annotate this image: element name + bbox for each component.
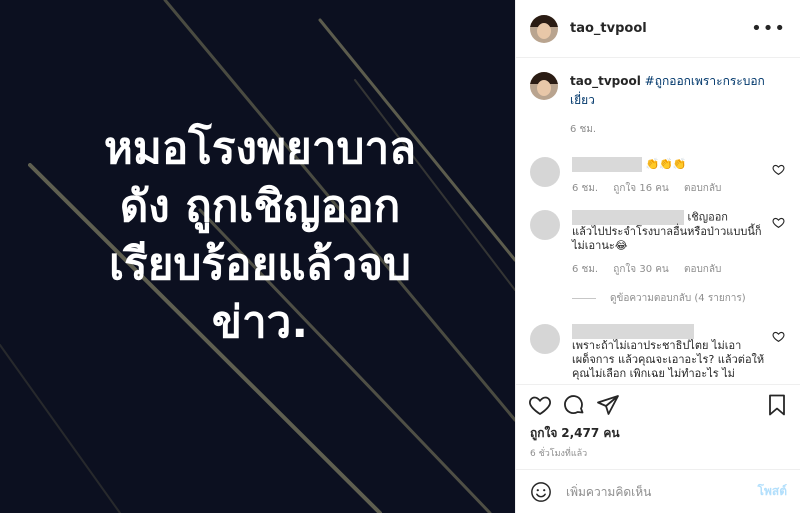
likes-number: 2,477 คน: [561, 426, 620, 440]
view-replies-label: ดูข้อความตอบกลับ (4 รายการ): [610, 293, 746, 304]
comment-meta: 6 ชม. ถูกใจ 30 คน ตอบกลับ: [572, 263, 770, 277]
action-bar: [516, 384, 800, 424]
post-image-text: หมอโรงพยาบาล ดัง ถูกเชิญออก เรียบร้อยแล้…: [40, 120, 480, 352]
comment-body: เชิญออก แล้วไปประจำโรงบาลอื่นหรือป่าวแบบ…: [572, 210, 770, 277]
heart-icon[interactable]: [772, 163, 785, 176]
comment-text: 👏👏👏: [645, 157, 687, 171]
caption: tao_tvpool #ถูกออกเพราะกระบอกเยี่ยว 6 ชม…: [516, 58, 800, 137]
likes-count[interactable]: ถูกใจ 2,477 คน: [530, 424, 620, 443]
post-image[interactable]: หมอโรงพยาบาล ดัง ถูกเชิญออก เรียบร้อยแล้…: [0, 0, 515, 513]
comment-body: 👏👏👏 6 ชม. ถูกใจ 16 คน ตอบกลับ: [572, 157, 770, 196]
comment-text: แล้วไปประจำโรงบาลอื่นหรือป่าวแบบนี้ก็ไม่…: [572, 225, 762, 252]
comment-item: เพราะถ้าไม่เอาประชาธิปไตย ไม่เอาเผด็จการ…: [516, 324, 800, 381]
comment-text: เพราะถ้าไม่เอาประชาธิปไตย ไม่เอาเผด็จการ…: [572, 339, 765, 380]
image-text-line: ข่าว.: [211, 297, 309, 348]
comment-text: เชิญออก: [687, 210, 728, 224]
divider-line: [572, 298, 596, 299]
redacted-username: [572, 324, 694, 339]
comment-item: เชิญออก แล้วไปประจำโรงบาลอื่นหรือป่าวแบบ…: [516, 210, 800, 277]
heart-icon[interactable]: [772, 330, 785, 343]
like-heart-icon[interactable]: [528, 393, 552, 417]
comment-bubble-icon[interactable]: [562, 393, 586, 417]
comment-input[interactable]: [564, 483, 748, 500]
avatar[interactable]: [530, 324, 560, 354]
redacted-username: [572, 210, 684, 225]
more-options-icon[interactable]: •••: [751, 18, 786, 39]
bookmark-icon[interactable]: [765, 393, 789, 417]
comment-likes[interactable]: ถูกใจ 30 คน: [613, 264, 668, 275]
avatar[interactable]: [530, 210, 560, 240]
avatar[interactable]: [530, 14, 558, 43]
reply-button[interactable]: ตอบกลับ: [684, 264, 721, 275]
avatar[interactable]: [530, 157, 560, 187]
caption-body: tao_tvpool #ถูกออกเพราะกระบอกเยี่ยว 6 ชม…: [570, 72, 787, 137]
reply-button[interactable]: ตอบกลับ: [684, 183, 721, 194]
emoji-smile-icon[interactable]: [530, 481, 552, 503]
image-text-line: เรียบร้อยแล้วจบ: [109, 239, 411, 290]
comment-likes[interactable]: ถูกใจ 16 คน: [613, 183, 668, 194]
share-send-icon[interactable]: [596, 393, 620, 417]
header-username[interactable]: tao_tvpool: [570, 21, 647, 36]
post-timestamp: 6 ชั่วโมงที่แล้ว: [530, 449, 588, 459]
comment-meta: 6 ชม. ถูกใจ 16 คน ตอบกลับ: [572, 182, 770, 196]
likes-label: ถูกใจ: [530, 426, 558, 440]
heart-icon[interactable]: [772, 216, 785, 229]
post-header: tao_tvpool •••: [516, 0, 800, 58]
redacted-username: [572, 157, 642, 172]
instagram-post: หมอโรงพยาบาล ดัง ถูกเชิญออก เรียบร้อยแล้…: [0, 0, 800, 513]
comment-time: 6 ชม.: [572, 183, 599, 194]
post-sidebar: tao_tvpool ••• tao_tvpool #ถูกออกเพราะกร…: [515, 0, 800, 513]
comment-body: เพราะถ้าไม่เอาประชาธิปไตย ไม่เอาเผด็จการ…: [572, 324, 770, 381]
post-comment-button[interactable]: โพสต์: [758, 482, 787, 501]
image-text-line: ดัง ถูกเชิญออก: [119, 181, 401, 232]
comments-list[interactable]: tao_tvpool #ถูกออกเพราะกระบอกเยี่ยว 6 ชม…: [516, 58, 800, 384]
avatar[interactable]: [530, 72, 558, 100]
caption-time: 6 ชม.: [570, 124, 597, 135]
comment-item: 👏👏👏 6 ชม. ถูกใจ 16 คน ตอบกลับ: [516, 157, 800, 196]
caption-username[interactable]: tao_tvpool: [570, 74, 641, 88]
comment-time: 6 ชม.: [572, 264, 599, 275]
add-comment-bar: โพสต์: [516, 469, 800, 513]
image-text-line: หมอโรงพยาบาล: [103, 123, 417, 174]
view-replies-button[interactable]: ดูข้อความตอบกลับ (4 รายการ): [516, 291, 800, 306]
